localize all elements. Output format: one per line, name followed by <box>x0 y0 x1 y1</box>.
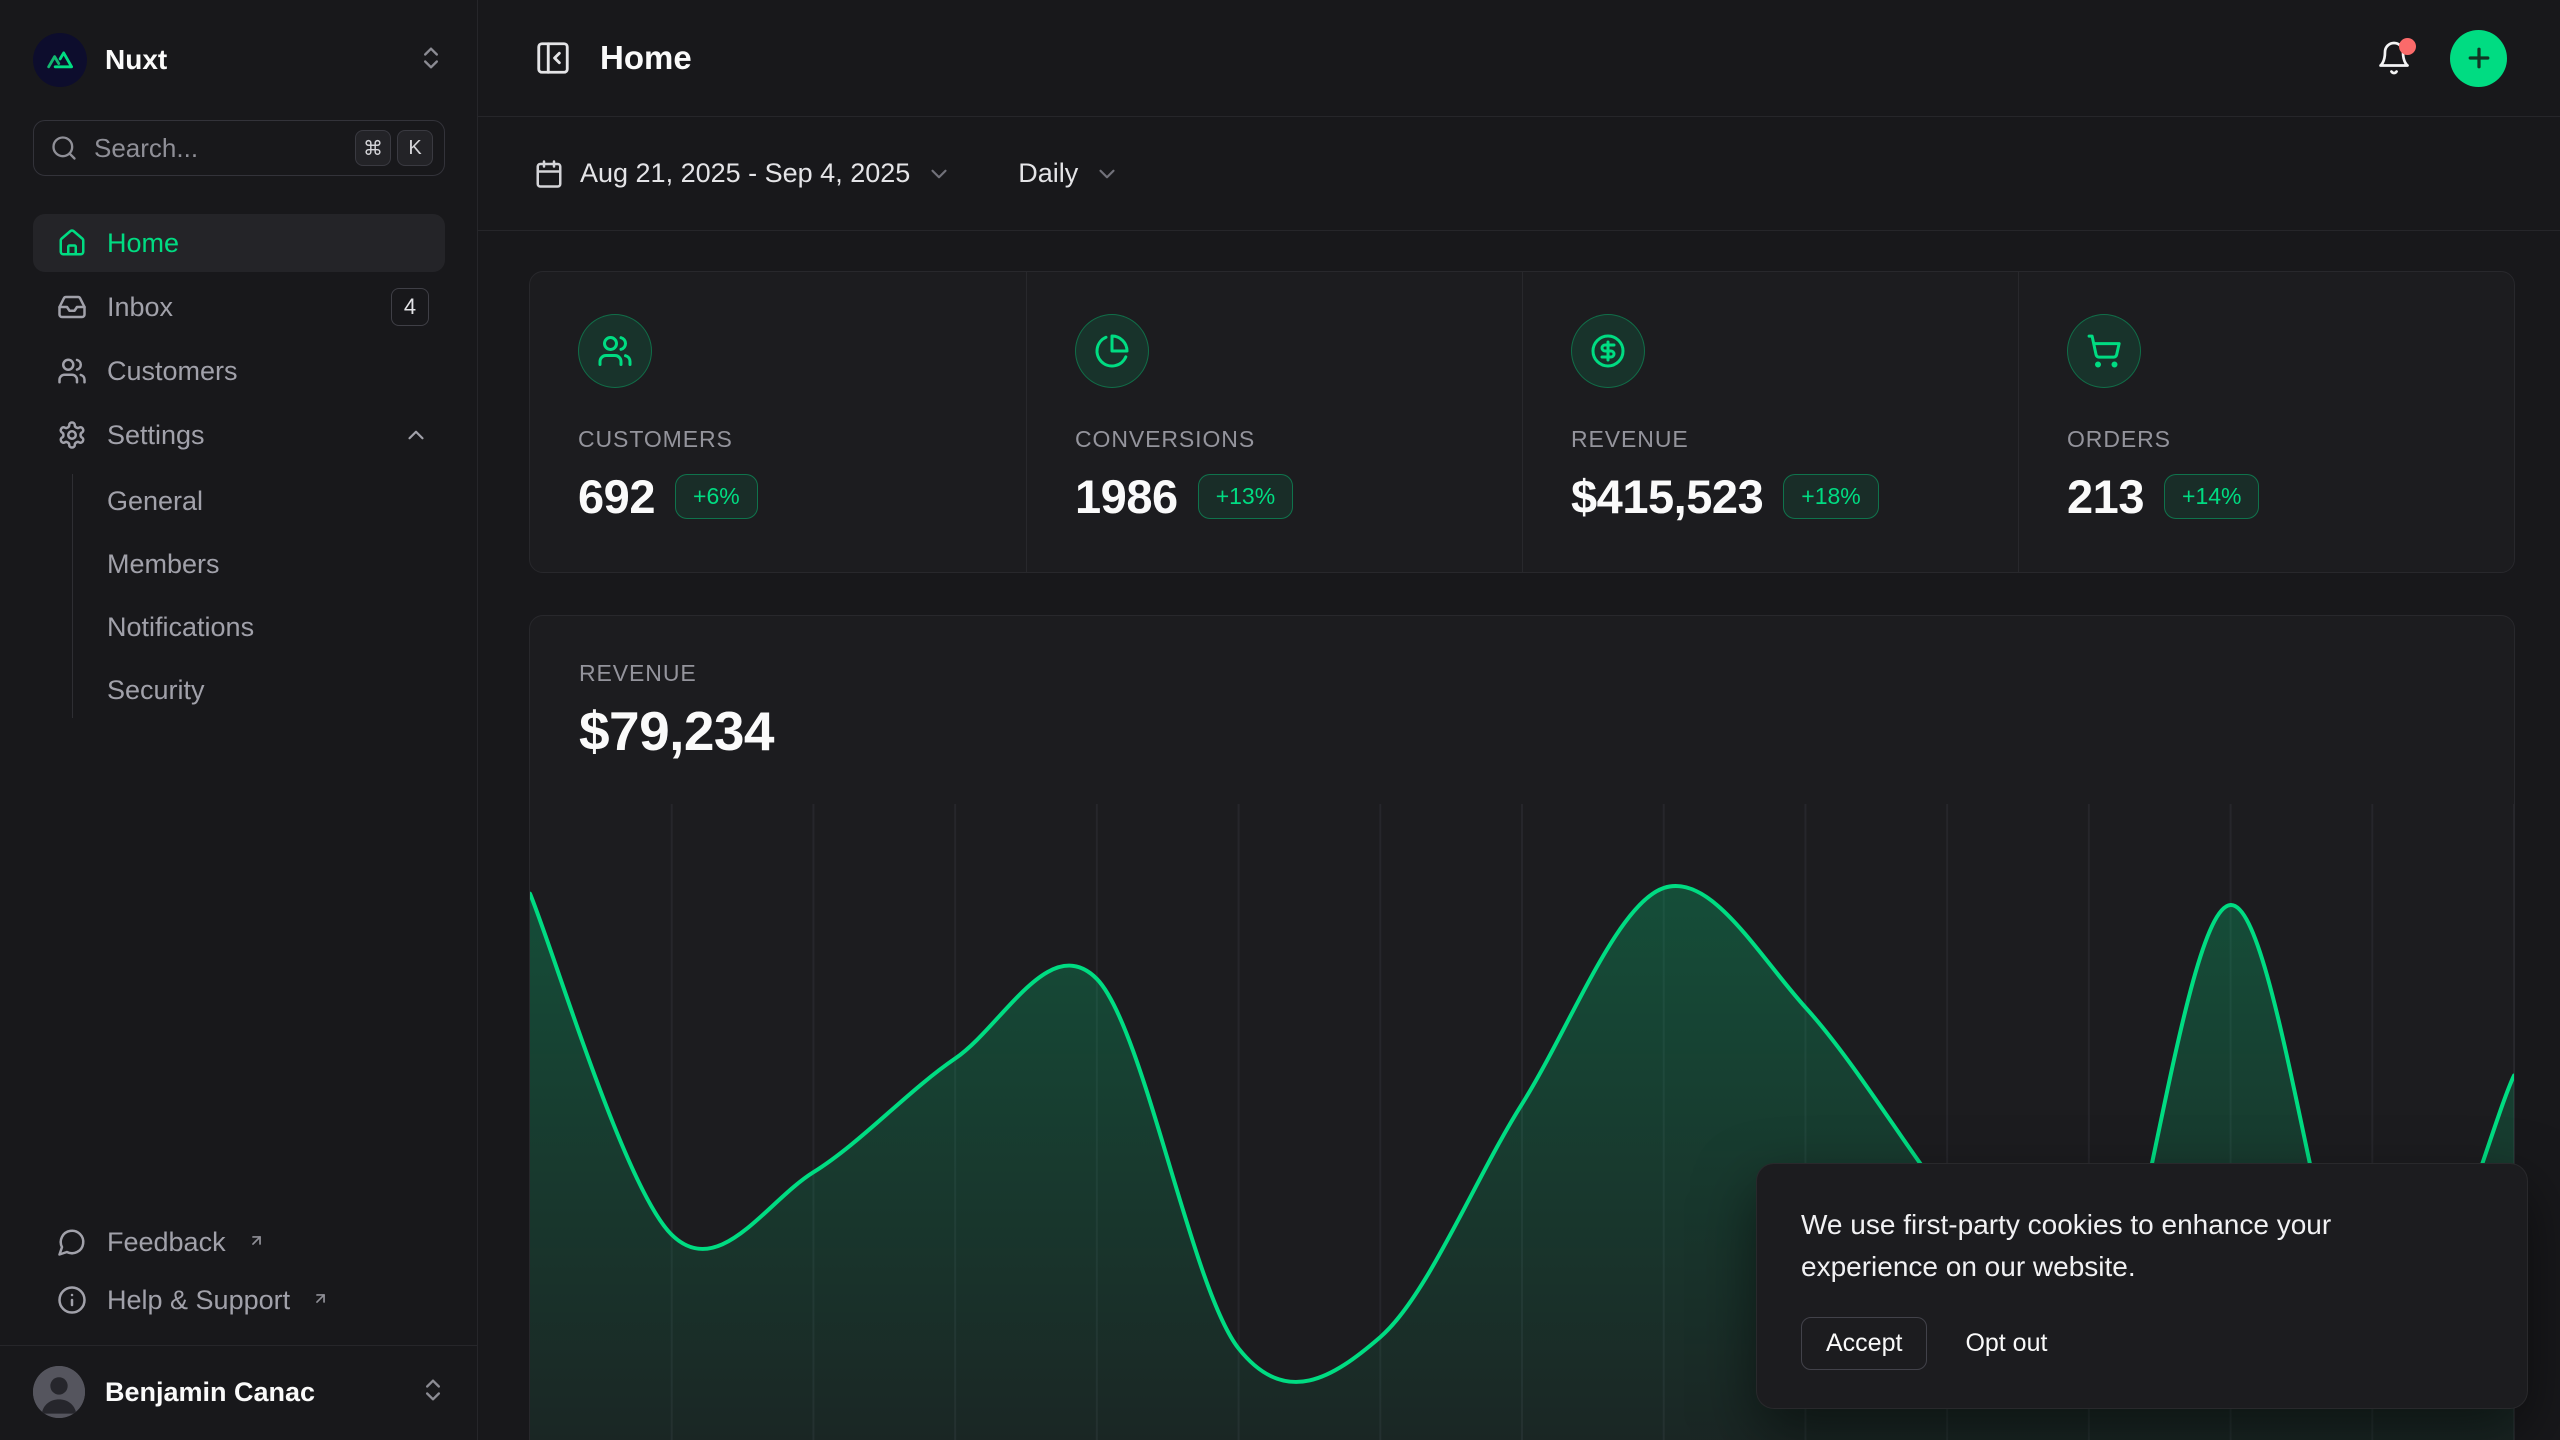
cookie-banner: We use first-party cookies to enhance yo… <box>1756 1163 2528 1409</box>
stat-customers: CUSTOMERS 692 +6% <box>530 272 1026 572</box>
message-bubble-icon <box>57 1227 87 1257</box>
sidebar-item-customers[interactable]: Customers <box>33 342 445 400</box>
chevron-up-icon <box>403 422 429 448</box>
help-support-label: Help & Support <box>107 1285 290 1316</box>
stat-conversions: CONVERSIONS 1986 +13% <box>1026 272 1522 572</box>
inbox-count-badge: 4 <box>391 288 429 326</box>
page-title: Home <box>600 39 692 77</box>
chevrons-up-down-icon <box>419 1376 447 1409</box>
stats-card: CUSTOMERS 692 +6% CONVERSIONS 1986 +13% <box>529 271 2515 573</box>
sidebar-item-notifications[interactable]: Notifications <box>33 596 445 659</box>
panel-left-close-icon <box>534 39 572 77</box>
user-name: Benjamin Canac <box>105 1377 315 1408</box>
sidebar: Nuxt Search... ⌘ K Home Inb <box>0 0 478 1440</box>
sidebar-item-security[interactable]: Security <box>33 659 445 722</box>
command-kbd: ⌘ <box>355 130 391 166</box>
notification-dot <box>2399 38 2416 55</box>
shopping-cart-icon <box>2086 333 2122 369</box>
accept-button[interactable]: Accept <box>1801 1317 1927 1370</box>
sidebar-top: Nuxt Search... ⌘ K <box>0 0 477 214</box>
team-name: Nuxt <box>105 44 167 76</box>
sidebar-item-settings[interactable]: Settings <box>33 406 445 464</box>
chart-pie-icon <box>1094 333 1130 369</box>
stat-value: 213 <box>2067 469 2144 524</box>
team-switcher[interactable]: Nuxt <box>33 28 445 92</box>
date-range-picker[interactable]: Aug 21, 2025 - Sep 4, 2025 <box>534 158 952 189</box>
stat-value: 692 <box>578 469 655 524</box>
stat-revenue: REVENUE $415,523 +18% <box>1522 272 2018 572</box>
nuxt-logo <box>33 33 87 87</box>
k-kbd: K <box>397 130 433 166</box>
help-support-link[interactable]: Help & Support <box>33 1271 445 1329</box>
opt-out-button[interactable]: Opt out <box>1965 1329 2047 1358</box>
sidebar-item-members[interactable]: Members <box>33 533 445 596</box>
cookie-message: We use first-party cookies to enhance yo… <box>1801 1204 2401 1287</box>
external-link-icon <box>312 1283 329 1314</box>
date-range-label: Aug 21, 2025 - Sep 4, 2025 <box>580 158 910 189</box>
collapse-sidebar-button[interactable] <box>534 39 572 77</box>
circle-dollar-icon <box>1590 333 1626 369</box>
sidebar-item-home[interactable]: Home <box>33 214 445 272</box>
topbar: Home <box>478 0 2560 117</box>
stat-value: 1986 <box>1075 469 1178 524</box>
stat-delta-badge: +6% <box>675 474 758 519</box>
users-icon <box>57 356 87 386</box>
avatar <box>33 1366 85 1418</box>
sidebar-footer: Feedback Help & Support <box>0 1213 477 1345</box>
sidebar-item-general[interactable]: General <box>33 470 445 533</box>
inbox-icon <box>57 292 87 322</box>
user-menu[interactable]: Benjamin Canac <box>0 1345 477 1440</box>
search-input[interactable]: Search... ⌘ K <box>33 120 445 176</box>
feedback-link[interactable]: Feedback <box>33 1213 445 1271</box>
stat-label: ORDERS <box>2067 426 2466 453</box>
external-link-icon <box>248 1225 265 1256</box>
settings-sub-list: General Members Notifications Security <box>33 470 445 722</box>
house-icon <box>57 228 87 258</box>
feedback-label: Feedback <box>107 1227 226 1258</box>
plus-icon <box>2464 43 2494 73</box>
chevron-down-icon <box>1094 161 1120 187</box>
sidebar-item-label: Settings <box>107 420 205 451</box>
stat-label: REVENUE <box>1571 426 1970 453</box>
revenue-label: REVENUE <box>579 660 2514 687</box>
period-label: Daily <box>1018 158 1078 189</box>
stat-orders: ORDERS 213 +14% <box>2018 272 2514 572</box>
stat-delta-badge: +14% <box>2164 474 2259 519</box>
filter-toolbar: Aug 21, 2025 - Sep 4, 2025 Daily <box>478 117 2560 231</box>
chevrons-up-down-icon <box>417 44 445 77</box>
gear-icon <box>57 420 87 450</box>
search-placeholder: Search... <box>94 133 198 164</box>
info-icon <box>57 1285 87 1315</box>
stat-value: $415,523 <box>1571 469 1763 524</box>
notifications-button[interactable] <box>2376 40 2412 76</box>
calendar-icon <box>534 159 564 189</box>
stat-label: CUSTOMERS <box>578 426 978 453</box>
search-kbds: ⌘ K <box>355 130 433 166</box>
sidebar-item-label: Customers <box>107 356 238 387</box>
sidebar-nav: Home Inbox 4 Customers Settings Gen <box>0 214 477 730</box>
sidebar-item-label: Inbox <box>107 292 173 323</box>
stat-delta-badge: +13% <box>1198 474 1293 519</box>
chevron-down-icon <box>926 161 952 187</box>
users-icon <box>597 333 633 369</box>
revenue-value: $79,234 <box>579 699 2514 763</box>
indent-guide <box>72 474 73 718</box>
stat-delta-badge: +18% <box>1783 474 1878 519</box>
search-icon <box>50 134 78 162</box>
add-button[interactable] <box>2450 30 2507 87</box>
sidebar-item-inbox[interactable]: Inbox 4 <box>33 278 445 336</box>
stat-label: CONVERSIONS <box>1075 426 1474 453</box>
sidebar-item-label: Home <box>107 228 179 259</box>
period-select[interactable]: Daily <box>1018 158 1120 189</box>
